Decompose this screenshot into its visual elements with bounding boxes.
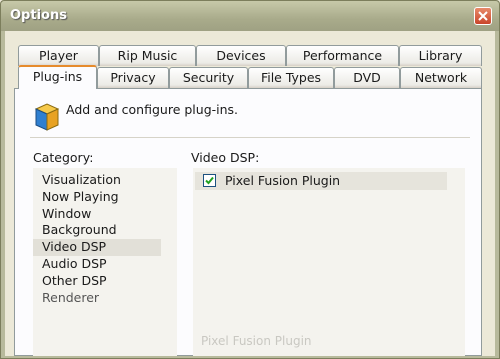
tab-devices[interactable]: Devices — [196, 45, 286, 66]
plugin-enabled-checkbox[interactable] — [203, 174, 216, 187]
category-visualization[interactable]: Visualization — [33, 172, 177, 189]
tab-security[interactable]: Security — [169, 67, 248, 88]
category-video-dsp[interactable]: Video DSP — [33, 239, 161, 256]
plugin-row[interactable]: Pixel Fusion Plugin — [195, 172, 447, 190]
checkmark-icon — [205, 176, 214, 185]
faded-plugin-caption: Pixel Fusion Plugin — [201, 334, 312, 348]
window-title: Options — [10, 8, 67, 23]
tab-rip-music[interactable]: Rip Music — [99, 45, 196, 66]
plugin-name: Pixel Fusion Plugin — [225, 173, 341, 188]
category-renderer[interactable]: Renderer — [33, 290, 177, 307]
tab-library[interactable]: Library — [399, 45, 482, 66]
tab-network[interactable]: Network — [400, 67, 482, 88]
video-dsp-plugin-list[interactable]: Pixel Fusion Plugin Pixel Fusion Plugin — [193, 168, 465, 356]
close-button[interactable] — [474, 7, 492, 25]
category-background[interactable]: Background — [33, 222, 177, 239]
tab-player[interactable]: Player — [18, 45, 99, 66]
category-window[interactable]: Window — [33, 206, 177, 223]
close-icon — [478, 11, 488, 21]
tab-file-types[interactable]: File Types — [248, 67, 334, 88]
category-label: Category: — [33, 150, 94, 165]
category-list[interactable]: Visualization Now Playing Window Backgro… — [33, 168, 177, 356]
tab-performance[interactable]: Performance — [286, 45, 399, 66]
tab-plug-ins[interactable]: Plug-ins — [18, 65, 97, 89]
header-divider — [30, 137, 470, 138]
tab-privacy[interactable]: Privacy — [97, 67, 169, 88]
tab-dvd[interactable]: DVD — [334, 67, 400, 88]
plugin-cube-icon — [34, 103, 60, 131]
plugins-description: Add and configure plug-ins. — [66, 102, 239, 117]
category-now-playing[interactable]: Now Playing — [33, 189, 177, 206]
video-dsp-label: Video DSP: — [191, 150, 260, 165]
category-audio-dsp[interactable]: Audio DSP — [33, 256, 177, 273]
category-other-dsp[interactable]: Other DSP — [33, 273, 177, 290]
title-bar[interactable]: Options — [1, 1, 499, 31]
